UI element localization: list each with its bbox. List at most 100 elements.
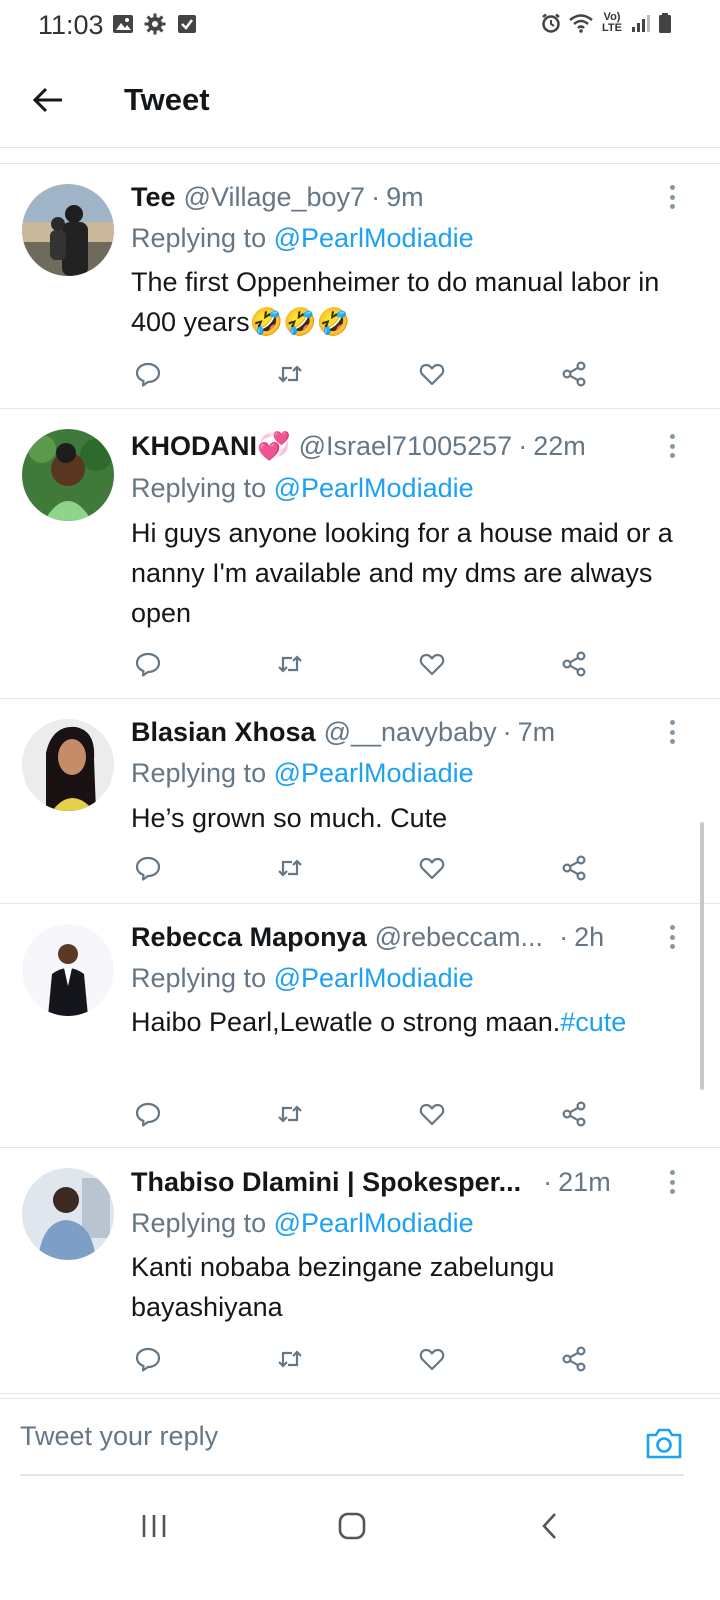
share-button[interactable] — [557, 851, 591, 885]
battery-icon — [659, 13, 671, 33]
reply-composer — [0, 1398, 720, 1478]
tweet-author-handle[interactable]: @Village_boy7 — [184, 180, 366, 214]
tweet-header: KHODANI💞 @Israel71005257 · 22m — [131, 429, 660, 463]
tweet-item[interactable]: Thabiso Dlamini | Spokesper... · 21m Rep… — [0, 1148, 720, 1394]
tweet-item[interactable]: KHODANI💞 @Israel71005257 · 22m Replying … — [0, 409, 720, 699]
home-icon — [338, 1512, 366, 1540]
more-options-icon[interactable] — [666, 717, 678, 747]
recents-button[interactable] — [124, 1506, 184, 1546]
tweet-author-name[interactable]: Thabiso Dlamini | Spokesper... — [131, 1165, 521, 1199]
reply-icon — [135, 1347, 161, 1372]
share-button[interactable] — [557, 357, 591, 391]
app-header: Tweet — [0, 54, 720, 148]
image-icon — [113, 15, 133, 33]
tweet-item[interactable]: Tee @Village_boy7 · 9m Replying to @Pear… — [0, 164, 720, 409]
more-options-icon[interactable] — [666, 1167, 678, 1197]
replying-prefix: Replying to — [131, 758, 267, 788]
tweet-text: Haibo Pearl,Lewatle o strong maan.#cute — [131, 1002, 691, 1042]
like-button[interactable] — [415, 357, 449, 391]
tweet-actions — [131, 357, 611, 391]
tweet-separator: · — [518, 431, 528, 461]
tweet-header: Blasian Xhosa @__navybaby · 7m — [131, 715, 660, 749]
tweet-author-handle[interactable]: @rebeccam... — [375, 920, 543, 954]
camera-button[interactable] — [644, 1425, 684, 1461]
replying-to: Replying to @PearlModiadie — [131, 471, 474, 505]
tweet-time: 22m — [533, 431, 586, 461]
replying-to: Replying to @PearlModiadie — [131, 756, 474, 790]
volte-label: Vo) LTE — [602, 11, 622, 34]
status-bar: 11:03 Vo) LTE — [0, 0, 720, 54]
retweet-button[interactable] — [273, 1097, 307, 1131]
home-button[interactable] — [322, 1506, 382, 1546]
share-icon — [562, 1101, 586, 1127]
tweet-author-handle[interactable]: @__navybaby — [324, 715, 497, 749]
tweet-text-body: Haibo Pearl,Lewatle o strong maan. — [131, 1007, 561, 1037]
reply-icon — [135, 1102, 161, 1127]
mention-link[interactable]: @PearlModiadie — [274, 223, 474, 253]
tweet-text: Kanti nobaba bezingane zabelungu bayashi… — [131, 1252, 555, 1322]
tweet-text: Hi guys anyone looking for a house maid … — [131, 518, 673, 628]
retweet-icon — [278, 655, 302, 673]
avatar[interactable] — [22, 1168, 114, 1260]
reply-input[interactable] — [20, 1421, 620, 1452]
reply-underline — [20, 1474, 684, 1476]
share-button[interactable] — [557, 647, 591, 681]
scrollbar[interactable] — [700, 822, 704, 1090]
reply-button[interactable] — [131, 1342, 165, 1376]
tweet-separator: · — [543, 1167, 553, 1197]
tweet-item[interactable]: Rebecca Maponya @rebeccam... · 2h Replyi… — [0, 904, 720, 1148]
more-options-icon[interactable] — [666, 182, 678, 212]
retweet-button[interactable] — [273, 851, 307, 885]
like-button[interactable] — [415, 1097, 449, 1131]
retweet-button[interactable] — [273, 1342, 307, 1376]
like-icon — [419, 653, 445, 676]
tweet-author-name[interactable]: Rebecca Maponya — [131, 920, 367, 954]
tweet-author-name[interactable]: Blasian Xhosa — [131, 715, 316, 749]
retweet-button[interactable] — [273, 647, 307, 681]
recents-icon — [142, 1515, 166, 1537]
share-button[interactable] — [557, 1342, 591, 1376]
retweet-icon — [278, 1105, 302, 1123]
like-button[interactable] — [415, 1342, 449, 1376]
replying-prefix: Replying to — [131, 963, 267, 993]
share-button[interactable] — [557, 1097, 591, 1131]
checkbox-icon — [178, 15, 196, 33]
more-options-icon[interactable] — [666, 431, 678, 461]
avatar[interactable] — [22, 184, 114, 276]
share-icon — [562, 651, 586, 677]
replying-to: Replying to @PearlModiadie — [131, 221, 474, 255]
reply-button[interactable] — [131, 647, 165, 681]
more-options-icon[interactable] — [666, 922, 678, 952]
tweet-item[interactable]: Blasian Xhosa @__navybaby · 7m Replying … — [0, 699, 720, 904]
wifi-icon — [569, 14, 593, 33]
mention-link[interactable]: @PearlModiadie — [274, 758, 474, 788]
reply-button[interactable] — [131, 851, 165, 885]
like-icon — [419, 1103, 445, 1126]
reply-icon — [135, 856, 161, 881]
avatar[interactable] — [22, 429, 114, 521]
tweet-author-name[interactable]: Tee — [131, 180, 176, 214]
tweet-text: He’s grown so much. Cute — [131, 803, 448, 833]
tweet-separator: · — [371, 182, 381, 212]
tweet-header: Thabiso Dlamini | Spokesper... · 21m — [131, 1165, 660, 1199]
back-button[interactable] — [28, 80, 68, 120]
hashtag-link[interactable]: #cute — [560, 1007, 626, 1037]
mention-link[interactable]: @PearlModiadie — [274, 473, 474, 503]
tweet-header: Rebecca Maponya @rebeccam... · 2h — [131, 920, 660, 954]
page-title: Tweet — [124, 82, 210, 117]
like-button[interactable] — [415, 647, 449, 681]
avatar[interactable] — [22, 719, 114, 811]
retweet-button[interactable] — [273, 357, 307, 391]
mention-link[interactable]: @PearlModiadie — [274, 1208, 474, 1238]
like-button[interactable] — [415, 851, 449, 885]
tweet-author-name[interactable]: KHODANI💞 — [131, 429, 291, 463]
reply-button[interactable] — [131, 1097, 165, 1131]
avatar[interactable] — [22, 924, 114, 1016]
mention-link[interactable]: @PearlModiadie — [274, 963, 474, 993]
reply-button[interactable] — [131, 357, 165, 391]
tweet-author-handle[interactable]: @Israel71005257 — [299, 429, 513, 463]
nav-back-button[interactable] — [520, 1506, 580, 1546]
share-icon — [562, 361, 586, 387]
signal-icon — [632, 15, 650, 32]
back-icon — [542, 1513, 556, 1539]
